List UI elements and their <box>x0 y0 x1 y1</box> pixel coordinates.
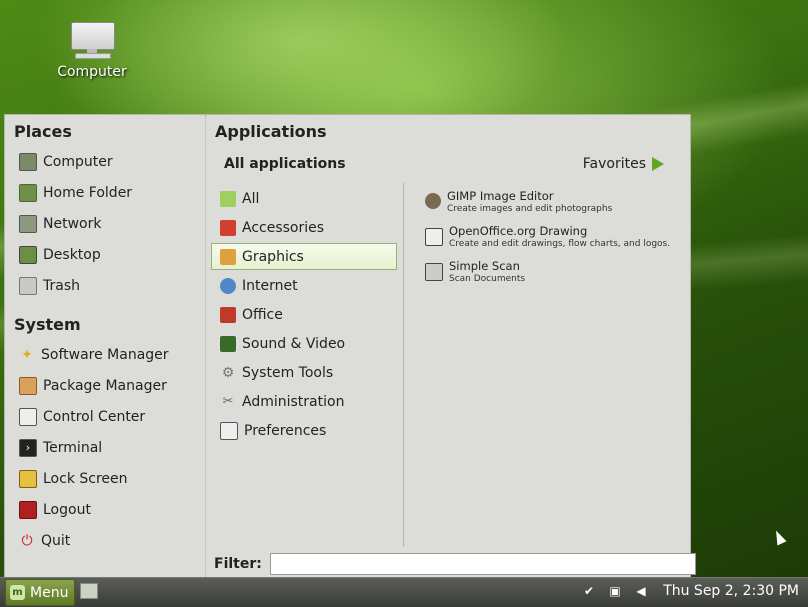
scanner-icon <box>425 263 443 281</box>
system-item-lock-screen[interactable]: Lock Screen <box>5 463 205 494</box>
category-administration[interactable]: ✂ Administration <box>210 388 403 415</box>
category-preferences[interactable]: Preferences <box>210 417 403 444</box>
power-icon: ⏻ <box>21 532 33 549</box>
graphics-icon <box>220 248 236 265</box>
terminal-icon: › <box>19 438 37 457</box>
mint-logo-icon <box>220 190 236 207</box>
trash-icon <box>19 276 37 295</box>
volume-icon[interactable]: ◀ <box>632 582 650 600</box>
preferences-icon <box>220 421 238 440</box>
globe-icon <box>220 277 236 294</box>
category-graphics[interactable]: Graphics <box>211 243 397 270</box>
filter-bar: Filter: <box>214 553 696 575</box>
mint-logo-icon: m <box>10 585 25 600</box>
arrow-right-icon <box>652 157 664 171</box>
category-accessories[interactable]: Accessories <box>210 214 403 241</box>
favorites-button[interactable]: Favorites <box>583 156 664 172</box>
system-tray: ✔ ▣ ◀ <box>580 582 650 600</box>
places-title: Places <box>14 122 72 141</box>
app-gimp[interactable]: GIMP Image Editor Create images and edit… <box>425 189 685 214</box>
package-icon <box>19 376 37 395</box>
control-center-icon <box>19 407 37 426</box>
office-icon <box>220 306 236 323</box>
application-list: GIMP Image Editor Create images and edit… <box>425 189 685 294</box>
shield-icon[interactable]: ✔ <box>580 582 598 600</box>
logout-icon <box>19 500 37 519</box>
computer-icon <box>69 22 115 59</box>
app-simple-scan[interactable]: Simple Scan Scan Documents <box>425 259 685 284</box>
places-item-trash[interactable]: Trash <box>5 270 205 301</box>
places-item-computer[interactable]: Computer <box>5 146 205 177</box>
desktop-icon <box>19 245 37 264</box>
system-item-terminal[interactable]: › Terminal <box>5 432 205 463</box>
star-icon: ✦ <box>21 346 33 363</box>
system-item-package-manager[interactable]: Package Manager <box>5 370 205 401</box>
tools-icon: ✂ <box>222 394 234 409</box>
system-item-software-manager[interactable]: ✦ Software Manager <box>5 339 205 370</box>
app-openoffice-drawing[interactable]: OpenOffice.org Drawing Create and edit d… <box>425 224 685 249</box>
filter-label: Filter: <box>214 556 262 572</box>
all-applications-label: All applications <box>224 156 346 172</box>
lock-icon <box>19 469 37 488</box>
applications-title: Applications <box>215 122 327 141</box>
filter-input[interactable] <box>269 553 696 575</box>
drawing-icon <box>425 228 443 246</box>
places-item-desktop[interactable]: Desktop <box>5 239 205 270</box>
category-all[interactable]: All <box>210 185 403 212</box>
home-folder-icon <box>19 183 37 202</box>
places-item-home-folder[interactable]: Home Folder <box>5 177 205 208</box>
category-system-tools[interactable]: ⚙ System Tools <box>210 359 403 386</box>
category-list: All Accessories Graphics Internet Office… <box>210 183 404 547</box>
accessories-icon <box>220 219 236 236</box>
gear-icon: ⚙ <box>221 364 235 381</box>
bottom-panel: m Menu ✔ ▣ ◀ Thu Sep 2, 2:30 PM <box>0 577 808 607</box>
system-item-control-center[interactable]: Control Center <box>5 401 205 432</box>
start-menu: Places Computer Home Folder Network Desk… <box>4 114 696 578</box>
system-item-quit[interactable]: ⏻ Quit <box>5 525 205 556</box>
gimp-icon <box>425 193 441 209</box>
menu-left-column: Places Computer Home Folder Network Desk… <box>5 115 206 577</box>
places-item-network[interactable]: Network <box>5 208 205 239</box>
computer-icon <box>19 152 37 171</box>
sound-video-icon <box>220 335 236 352</box>
show-desktop-icon[interactable] <box>80 583 98 599</box>
category-sound-video[interactable]: Sound & Video <box>210 330 403 357</box>
system-title: System <box>14 315 81 334</box>
category-internet[interactable]: Internet <box>210 272 403 299</box>
network-icon[interactable]: ▣ <box>606 582 624 600</box>
desktop-computer-icon[interactable]: Computer <box>52 22 132 80</box>
menu-button[interactable]: m Menu <box>5 579 76 606</box>
desktop-icon-label: Computer <box>57 64 127 80</box>
clock[interactable]: Thu Sep 2, 2:30 PM <box>663 583 799 599</box>
system-item-logout[interactable]: Logout <box>5 494 205 525</box>
network-icon <box>19 214 37 233</box>
category-office[interactable]: Office <box>210 301 403 328</box>
